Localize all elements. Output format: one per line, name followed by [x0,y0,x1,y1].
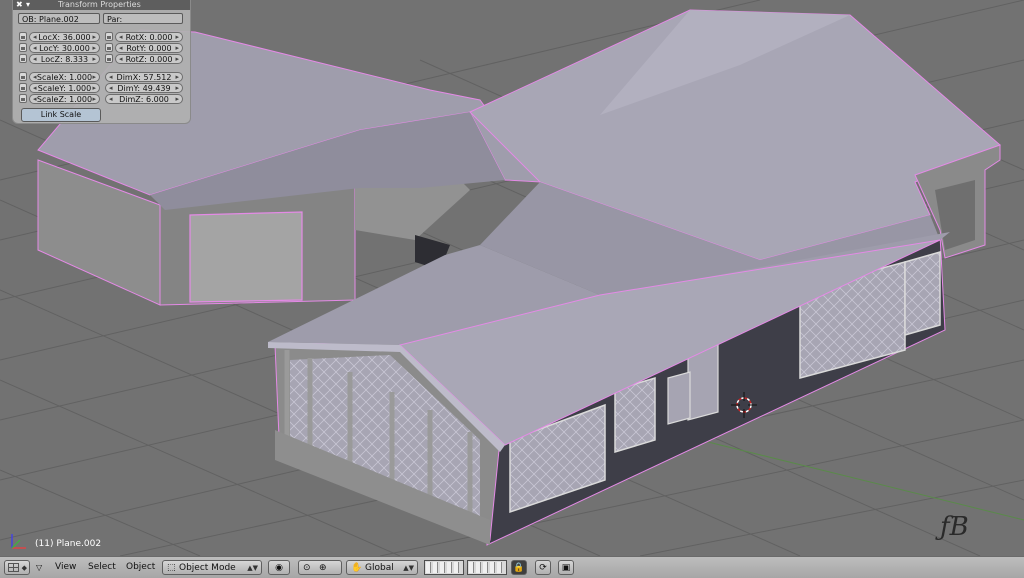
viewport-header: ◆ ▽ View Select Object ⬚ Object Mode ▲▼ ◉… [0,556,1024,578]
rot-x-field[interactable]: ◂ RotX: 0.000 ▸ [115,32,183,42]
close-icon[interactable]: ✖ [16,0,23,10]
rot-y-field[interactable]: ◂ RotY: 0.000 ▸ [115,43,183,53]
watermark-logo: ƒB [940,512,969,542]
scale-y-field[interactable]: ◂ ScaleY: 1.000 ▸ [29,83,100,93]
magnet-icon: ⊙ [303,563,311,573]
lock-icon[interactable] [105,32,113,41]
lock-icon[interactable] [19,94,27,103]
loc-x-field[interactable]: ◂ LocX: 36.000 ▸ [29,32,100,42]
panel-header[interactable]: ✖ ▾ Transform Properties [13,0,190,10]
dim-y-field[interactable]: ◂ DimY: 49.439 ▸ [105,83,183,93]
lock-icon[interactable] [19,83,27,92]
layer-buttons-2[interactable] [467,560,507,575]
lock-icon[interactable] [105,43,113,52]
lock-icon[interactable] [19,32,27,41]
menu-select[interactable]: Select [88,560,116,575]
pivot-buttons[interactable]: ⊙ ⊕ [298,560,342,575]
window-c [667,371,691,425]
collapse-arrow-icon[interactable]: ▾ [26,0,30,10]
axis-icon [11,534,26,549]
scale-x-field[interactable]: ◂ ScaleX: 1.000 ▸ [29,72,100,82]
object-name-field[interactable]: OB: Plane.002 [18,13,100,24]
lock-icon[interactable] [19,54,27,63]
rot-z-field[interactable]: ◂ RotZ: 0.000 ▸ [115,54,183,64]
loc-y-field[interactable]: ◂ LocY: 30.000 ▸ [29,43,100,53]
menu-view[interactable]: View [55,560,76,575]
garage-door [189,211,303,303]
mode-dropdown[interactable]: ⬚ Object Mode ▲▼ [162,560,262,575]
lock-icon[interactable] [19,72,27,81]
parent-field[interactable]: Par: [103,13,183,24]
layer-buttons-1[interactable] [424,560,464,575]
shading-icon: ◉ [275,563,283,573]
collapse-menu-arrow[interactable]: ▽ [36,560,46,575]
lock-icon[interactable] [105,54,113,63]
orientation-dropdown[interactable]: ✋ Global ▲▼ [346,560,418,575]
view3d-grid-icon [8,563,19,572]
dim-x-field[interactable]: ◂ DimX: 57.512 ▸ [105,72,183,82]
mode-icon: ⬚ [167,563,176,573]
loc-z-field[interactable]: ◂ LocZ: 8.333 ▸ [29,54,100,64]
lock-icon[interactable] [19,43,27,52]
active-object-label: (11) Plane.002 [35,539,102,549]
draw-type-button[interactable]: ◉ [268,560,290,575]
dim-z-field[interactable]: ◂ DimZ: 6.000 ▸ [105,94,183,104]
menu-object[interactable]: Object [126,560,155,575]
image-icon[interactable]: ▣ [558,560,574,575]
hand-icon: ✋ [351,563,363,573]
corner-window [904,251,941,336]
render-icon[interactable]: ⟳ [535,560,551,575]
pivot-icon: ⊕ [319,563,327,573]
scale-z-field[interactable]: ◂ ScaleZ: 1.000 ▸ [29,94,100,104]
panel-title: Transform Properties [58,0,141,9]
layer-lock-icon[interactable]: 🔒 [511,560,527,575]
transform-properties-panel[interactable]: ✖ ▾ Transform Properties OB: Plane.002 P… [12,0,191,124]
link-scale-button[interactable]: Link Scale [21,108,101,122]
editor-type-button[interactable]: ◆ [4,560,30,575]
